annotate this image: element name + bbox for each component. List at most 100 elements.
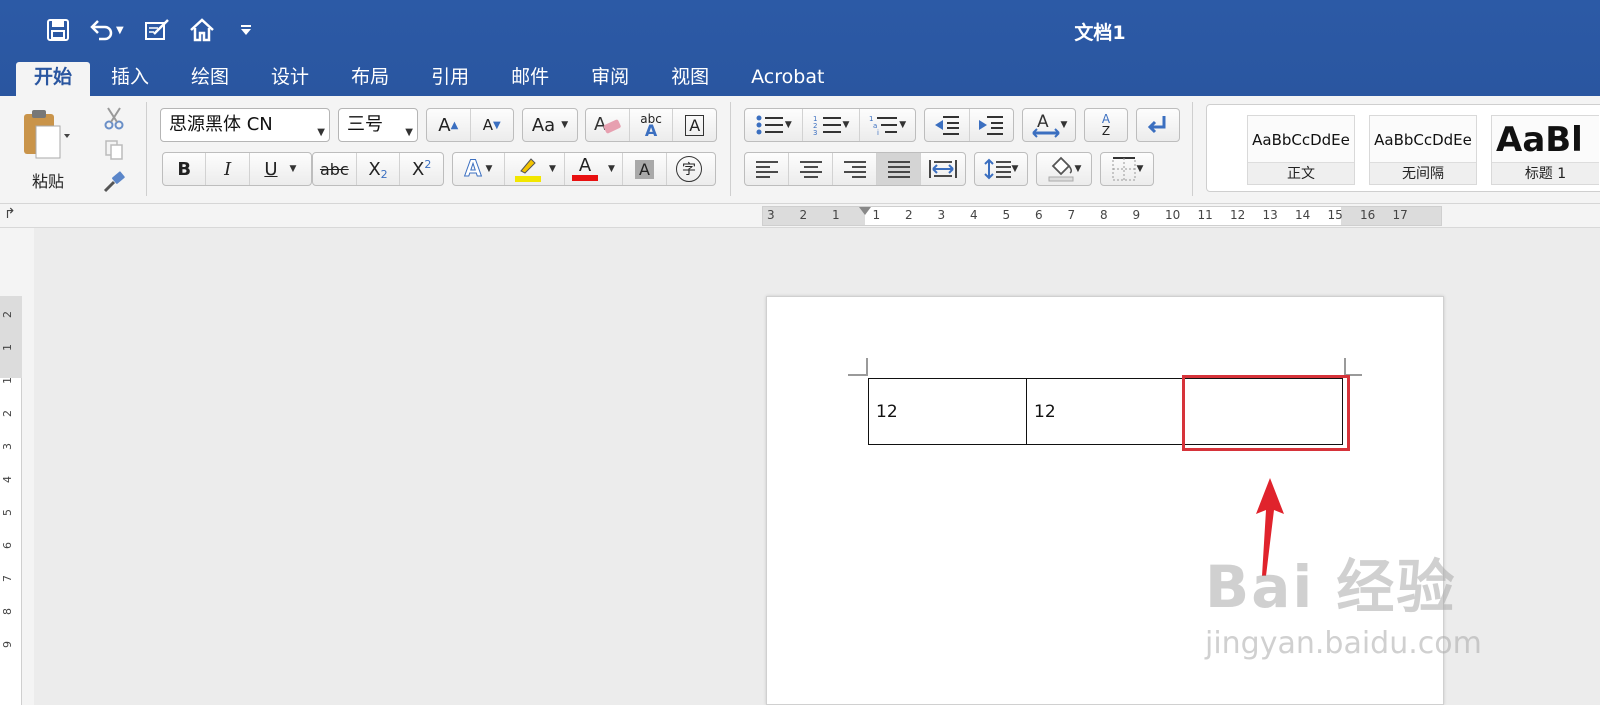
bullets-button[interactable]: ▼ xyxy=(745,109,803,141)
multilevel-list-button[interactable]: 1 a i ▼ xyxy=(860,109,915,141)
justify-button[interactable] xyxy=(877,153,921,185)
align-right-button[interactable] xyxy=(833,153,877,185)
increase-indent-icon xyxy=(979,116,1004,135)
style-heading-1[interactable]: AaBl 标题 1 xyxy=(1491,115,1599,185)
font-name-select[interactable]: 思源黑体 CN ▼ xyxy=(160,108,330,142)
ruler-number: 6 xyxy=(1,542,14,549)
ruler-number: 11 xyxy=(1197,208,1213,222)
horizontal-ruler-bar: 3 2 1 1 2 3 4 5 6 7 8 9 10 11 12 13 14 15 16 17 xyxy=(0,204,1600,228)
paste-button[interactable]: 粘贴 xyxy=(20,104,80,191)
ruler-number: 5 xyxy=(1,509,14,516)
enclose-character-button[interactable]: 字 xyxy=(667,153,711,185)
tab-insert[interactable]: 插入 xyxy=(90,62,170,96)
cut-icon[interactable] xyxy=(100,102,128,134)
tab-acrobat[interactable]: Acrobat xyxy=(730,62,845,96)
copy-icon[interactable] xyxy=(100,134,128,166)
char-border-icon: A xyxy=(685,114,705,136)
show-marks-button[interactable] xyxy=(1136,108,1180,142)
paragraph-mark-icon xyxy=(1147,116,1166,134)
underline-button[interactable]: U ▼ xyxy=(250,153,311,185)
grow-font-icon: A xyxy=(438,114,451,136)
character-shading-button[interactable]: A xyxy=(623,153,667,185)
indent-group xyxy=(924,108,1014,142)
svg-text:3: 3 xyxy=(813,129,817,136)
style-normal[interactable]: AaBbCcDdEe 正文 xyxy=(1247,115,1355,185)
ruler-number: 9 xyxy=(1,641,14,648)
font-color-button[interactable]: A ▼ xyxy=(565,153,623,185)
horizontal-ruler[interactable]: 3 2 1 1 2 3 4 5 6 7 8 9 10 11 12 13 14 15 16 17 xyxy=(762,206,1442,226)
change-case-button[interactable]: Aa ▼ xyxy=(522,108,578,142)
crop-mark xyxy=(848,374,866,376)
phonetic-guide-button[interactable]: abc A xyxy=(630,109,674,141)
ruler-number: 9 xyxy=(1132,208,1141,222)
superscript-button[interactable]: X2 xyxy=(400,153,443,185)
title-bar: ▼ 文档1 开始 插入 绘图 设计 布局 引用 邮件 审阅 视图 Acrobat xyxy=(0,0,1600,96)
bullet-list-icon xyxy=(756,115,783,135)
align-right-icon xyxy=(843,161,866,178)
strikethrough-button[interactable]: abc xyxy=(313,153,357,185)
svg-text:A: A xyxy=(1037,112,1049,132)
bold-button[interactable]: B xyxy=(163,153,207,185)
italic-button[interactable]: I xyxy=(206,153,250,185)
ruler-number: 14 xyxy=(1295,208,1311,222)
decrease-indent-icon xyxy=(934,116,959,135)
borders-icon xyxy=(1112,157,1136,181)
ruler-number: 2 xyxy=(799,208,808,222)
watermark-brand: Bai 经验 xyxy=(1205,553,1457,621)
tab-draw[interactable]: 绘图 xyxy=(170,62,250,96)
highlight-color-button[interactable]: ▼ xyxy=(505,153,565,185)
tab-selector-icon[interactable]: ↱ xyxy=(4,206,16,222)
grow-font-button[interactable]: A ▲ xyxy=(427,109,471,141)
crop-mark xyxy=(1344,358,1346,376)
tab-review[interactable]: 审阅 xyxy=(570,62,650,96)
watermark-url: jingyan.baidu.com xyxy=(1205,626,1482,661)
tab-home[interactable]: 开始 xyxy=(16,62,91,96)
numbering-button[interactable]: 1 2 3 ▼ xyxy=(803,109,861,141)
align-left-icon xyxy=(755,161,778,178)
tab-layout[interactable]: 布局 xyxy=(330,62,410,96)
tab-references[interactable]: 引用 xyxy=(410,62,490,96)
style-sample: AaBbCcDdEe xyxy=(1252,131,1350,149)
shading-button[interactable]: ▼ xyxy=(1036,152,1092,186)
table-cell[interactable]: 12 xyxy=(1026,378,1185,445)
shrink-font-button[interactable]: A ▼ xyxy=(471,109,514,141)
asian-layout-button[interactable]: A ▼ xyxy=(1022,108,1076,142)
subscript-button[interactable]: X2 xyxy=(357,153,401,185)
clear-formatting-button[interactable]: A xyxy=(586,109,630,141)
annotation-highlight-box xyxy=(1182,375,1350,451)
vertical-ruler[interactable]: 2 1 1 2 3 4 5 6 7 8 9 xyxy=(0,296,22,705)
font-name-value: 思源黑体 CN xyxy=(169,114,273,135)
tab-mailings[interactable]: 邮件 xyxy=(490,62,570,96)
line-spacing-button[interactable]: ▼ xyxy=(974,152,1028,186)
ruler-number: 1 xyxy=(1,344,14,351)
crop-mark xyxy=(866,358,868,376)
character-border-button[interactable]: A xyxy=(673,109,716,141)
text-effects-button[interactable]: A ▼ xyxy=(453,153,505,185)
char-shade-icon: A xyxy=(635,159,654,179)
distribute-button[interactable] xyxy=(921,153,965,185)
color-group: A ▼ ▼ A ▼ A 字 xyxy=(452,152,716,186)
ruler-number: 13 xyxy=(1262,208,1278,222)
table-cell[interactable]: 12 xyxy=(868,378,1027,445)
ruler-number: 7 xyxy=(1,575,14,582)
tab-design[interactable]: 设计 xyxy=(250,62,330,96)
font-size-select[interactable]: 三号 ▼ xyxy=(338,108,418,142)
style-no-spacing[interactable]: AaBbCcDdEe 无间隔 xyxy=(1369,115,1477,185)
sort-z: Z xyxy=(1101,124,1111,138)
align-center-icon xyxy=(799,161,822,178)
align-center-button[interactable] xyxy=(789,153,833,185)
sort-button[interactable]: A Z xyxy=(1084,108,1128,142)
increase-indent-button[interactable] xyxy=(970,109,1014,141)
superscript-2: 2 xyxy=(424,157,432,171)
tab-view[interactable]: 视图 xyxy=(650,62,730,96)
font-color-icon: A xyxy=(578,155,592,176)
borders-button[interactable]: ▼ xyxy=(1100,152,1154,186)
decrease-indent-button[interactable] xyxy=(925,109,970,141)
alignment-group xyxy=(744,152,966,186)
format-painter-icon[interactable] xyxy=(100,166,128,198)
ruler-right-margin xyxy=(1341,207,1441,225)
indent-marker-icon[interactable] xyxy=(859,207,871,215)
chevron-down-icon: ▼ xyxy=(405,127,413,138)
ruler-number: 6 xyxy=(1035,208,1043,222)
align-left-button[interactable] xyxy=(745,153,789,185)
